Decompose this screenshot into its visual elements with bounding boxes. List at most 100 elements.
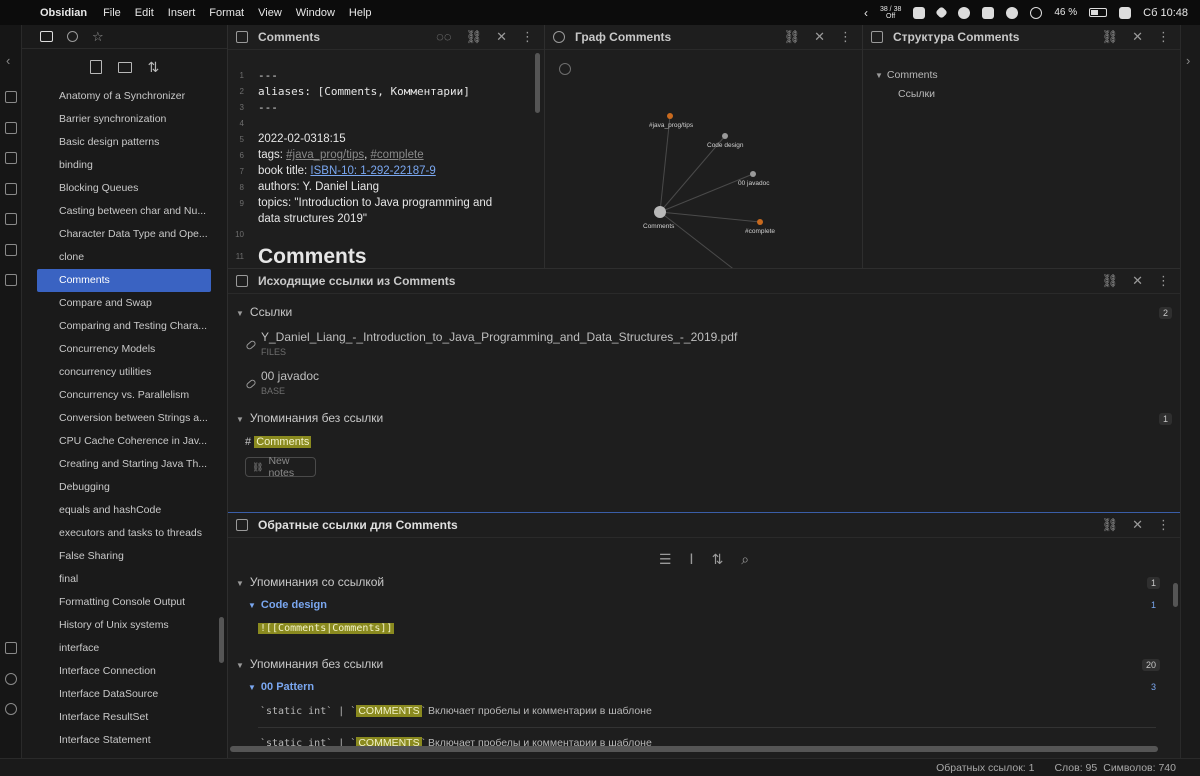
explorer-scrollbar[interactable]: [219, 617, 224, 663]
help-icon[interactable]: [5, 673, 17, 685]
menu-help[interactable]: Help: [349, 7, 372, 19]
file-list-item[interactable]: concurrency utilities: [22, 361, 227, 384]
more-options-icon[interactable]: ⋮: [1157, 29, 1170, 45]
file-list-item[interactable]: Conversion between Strings a...: [22, 407, 227, 430]
file-list-item[interactable]: Blocking Queues: [22, 177, 227, 200]
backlinks-scrollbar[interactable]: [1173, 583, 1178, 607]
file-list-item[interactable]: final: [22, 568, 227, 591]
show-more-context-icon[interactable]: Ⅰ: [689, 551, 693, 568]
editor-line[interactable]: 1 ---: [228, 68, 544, 84]
outline-item-child[interactable]: Ссылки: [898, 88, 935, 100]
file-list-item[interactable]: CPU Cache Coherence in Jav...: [22, 430, 227, 453]
file-list-item[interactable]: Debugging: [22, 476, 227, 499]
editor-line[interactable]: 10: [228, 227, 544, 243]
menu-format[interactable]: Format: [209, 7, 244, 19]
file-list-item[interactable]: Concurrency vs. Parallelism: [22, 384, 227, 407]
editor-scrollbar[interactable]: [535, 53, 540, 113]
file-list-item[interactable]: Interface DataSource: [22, 683, 227, 706]
file-list-item[interactable]: Comments: [37, 269, 211, 292]
editor-line[interactable]: 5 2022-02-0318:15: [228, 132, 544, 148]
backlinks-horizontal-scrollbar[interactable]: [230, 746, 1158, 752]
input-source-icon[interactable]: [982, 6, 995, 19]
unlinked-mention-item[interactable]: # Comments: [245, 436, 312, 448]
isbn-link[interactable]: ISBN-10: 1-292-22187-9: [310, 165, 435, 177]
editor-line[interactable]: 11 Comments: [228, 243, 544, 271]
new-folder-icon[interactable]: [117, 61, 132, 73]
unlinked-mentions-header[interactable]: ▼ Упоминания без ссылки: [236, 657, 383, 671]
graph-node[interactable]: [750, 171, 756, 177]
snippet-highlight[interactable]: COMMENTS: [356, 705, 422, 717]
file-list-item[interactable]: Compare and Swap: [22, 292, 227, 315]
link-icon[interactable]: ⛓: [1102, 273, 1119, 289]
daily-note-icon[interactable]: [5, 213, 17, 225]
new-notes-button[interactable]: ⛓ New notes: [245, 455, 316, 479]
calendar-icon[interactable]: [5, 152, 17, 164]
control-center-icon[interactable]: [1119, 6, 1132, 19]
editor-line[interactable]: 2 aliases: [Comments, Комментарии]: [228, 84, 544, 100]
collapse-triangle-icon[interactable]: ▼: [236, 579, 244, 588]
templates-icon[interactable]: [5, 183, 17, 195]
diamond-icon[interactable]: [935, 6, 949, 19]
editor-line[interactable]: 8 authors: Y. Daniel Liang: [228, 180, 544, 196]
menu-file[interactable]: File: [103, 7, 121, 19]
editor-line[interactable]: 4: [228, 116, 544, 132]
graph-view-icon[interactable]: [5, 122, 17, 134]
collapse-right-sidebar-icon[interactable]: ›: [1186, 53, 1190, 68]
editor-line[interactable]: 7 book title: ISBN-10: 1-292-22187-9: [228, 164, 544, 180]
file-list-item[interactable]: Interface Connection: [22, 660, 227, 683]
file-list-item[interactable]: False Sharing: [22, 545, 227, 568]
tag-link[interactable]: #complete: [371, 149, 424, 161]
editor-line[interactable]: 6 tags: #java_prog/tips, #complete: [228, 148, 544, 164]
file-list-item[interactable]: Basic design patterns: [22, 131, 227, 154]
vpn-icon[interactable]: [958, 6, 971, 19]
clock[interactable]: Сб 10:48: [1143, 7, 1188, 19]
graph-node[interactable]: [654, 206, 666, 218]
tag-link[interactable]: #java_prog/tips: [286, 149, 364, 161]
graph-node[interactable]: [757, 219, 763, 225]
link-icon[interactable]: ⛓: [466, 29, 483, 45]
bolt-icon[interactable]: [913, 6, 926, 19]
close-icon[interactable]: ✕: [814, 29, 825, 45]
status-backlinks[interactable]: Обратных ссылок: 1: [936, 762, 1034, 774]
file-list-item[interactable]: Anatomy of a Synchronizer: [22, 85, 227, 108]
search-tab-icon[interactable]: [67, 31, 78, 42]
file-list-item[interactable]: Character Data Type and Ope...: [22, 223, 227, 246]
sort-icon[interactable]: ⇅: [712, 551, 724, 568]
command-palette-icon[interactable]: [5, 274, 17, 286]
file-list-item[interactable]: History of Unix systems: [22, 614, 227, 637]
file-list-item[interactable]: Formatting Console Output: [22, 591, 227, 614]
file-list-item[interactable]: Creating and Starting Java Th...: [22, 453, 227, 476]
file-list-item[interactable]: Barrier synchronization: [22, 108, 227, 131]
linked-mentions-header[interactable]: ▼ Упоминания со ссылкой: [236, 575, 384, 589]
file-list-item[interactable]: binding: [22, 154, 227, 177]
editor-body[interactable]: 1 --- 2 aliases: [Comments, Комментарии] 3 --…: [228, 50, 544, 268]
outgoing-link-item[interactable]: Y_Daniel_Liang_-_Introduction_to_Java_Pr…: [261, 330, 737, 357]
play-icon[interactable]: [1006, 6, 1019, 19]
file-list-item[interactable]: Casting between char and Nu...: [22, 200, 227, 223]
battery-percent[interactable]: 46 %: [1054, 7, 1077, 18]
switcher-icon[interactable]: [5, 91, 17, 103]
unlinked-snippet[interactable]: `static int` | ` COMMENTS ` Включает пробе…: [260, 705, 652, 717]
file-list-item[interactable]: clone: [22, 246, 227, 269]
sort-icon[interactable]: ⇅: [148, 60, 160, 74]
link-icon[interactable]: ⛓: [1102, 517, 1119, 533]
file-list-item[interactable]: Comparing and Testing Chara...: [22, 315, 227, 338]
graph-canvas[interactable]: #java_prog/tips Code design 00 javadoc Comm…: [545, 50, 863, 268]
file-list-item[interactable]: interface: [22, 637, 227, 660]
outline-item-root[interactable]: ▼ Comments: [875, 69, 938, 81]
link-icon[interactable]: ⛓: [784, 29, 801, 45]
links-section-header[interactable]: ▼ Ссылки: [236, 305, 292, 319]
graph-node[interactable]: [667, 113, 673, 119]
close-icon[interactable]: ✕: [1132, 29, 1143, 45]
menu-app-name[interactable]: Obsidian: [40, 7, 87, 19]
collapse-triangle-icon[interactable]: ▼: [236, 309, 244, 318]
files-tab-icon[interactable]: [40, 31, 53, 42]
battery-icon[interactable]: [1089, 8, 1108, 17]
mention-highlight[interactable]: Comments: [254, 436, 312, 448]
canvas-icon[interactable]: [5, 244, 17, 256]
vault-switch-icon[interactable]: [5, 642, 17, 654]
network-stat[interactable]: 38 / 38 Off: [880, 6, 901, 20]
menu-edit[interactable]: Edit: [135, 7, 154, 19]
file-list-item[interactable]: Interface ResultSet: [22, 706, 227, 729]
collapse-results-icon[interactable]: ☰: [659, 551, 672, 568]
